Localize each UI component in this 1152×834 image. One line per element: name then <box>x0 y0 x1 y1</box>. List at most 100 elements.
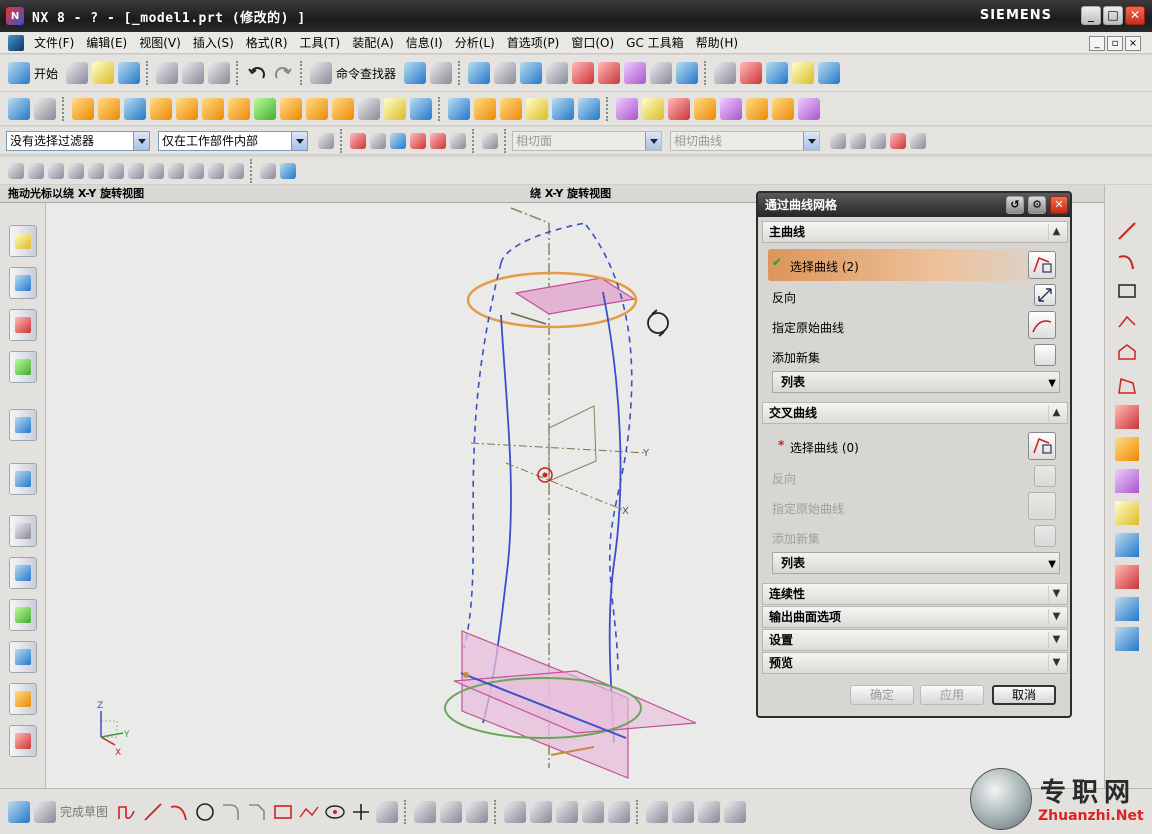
menu-file[interactable]: 文件(F) <box>28 34 80 51</box>
menu-preferences[interactable]: 首选项(P) <box>501 34 566 51</box>
snap-endpoint-icon[interactable] <box>830 132 846 149</box>
preview-section[interactable]: 预览 ▼ <box>762 652 1068 674</box>
roles-tab[interactable] <box>9 641 37 673</box>
sketch-icon[interactable] <box>8 97 30 120</box>
boolean-icon[interactable] <box>254 97 276 120</box>
sketch-task-icon[interactable] <box>8 800 30 823</box>
selection-filter-dropdown[interactable]: 没有选择过滤器 <box>6 130 150 151</box>
make-corner-icon[interactable] <box>466 800 489 823</box>
offset-sketch-icon[interactable] <box>504 800 527 823</box>
work-part-icon[interactable] <box>280 162 296 179</box>
reset-icon[interactable]: ↺ <box>1006 196 1024 214</box>
menu-insert[interactable]: 插入(S) <box>187 34 240 51</box>
primary-select-curve-button[interactable] <box>1028 251 1056 279</box>
mirror-icon[interactable] <box>474 97 496 120</box>
chevron-down-icon[interactable]: ▼ <box>1048 632 1064 648</box>
trim-body-icon[interactable] <box>280 97 302 120</box>
doc-close-button[interactable]: × <box>1125 36 1141 51</box>
menu-gc-toolbox[interactable]: GC 工具箱 <box>620 34 690 51</box>
dialog-close-button[interactable]: ✕ <box>1050 196 1068 214</box>
chamfer-sketch-icon[interactable] <box>246 801 268 823</box>
project-sketch-icon[interactable] <box>608 800 631 823</box>
auto-constraint-icon[interactable] <box>672 800 695 823</box>
menu-help[interactable]: 帮助(H) <box>690 34 744 51</box>
face-select-icon[interactable] <box>390 132 406 149</box>
apply-button[interactable]: 应用 <box>920 685 984 705</box>
hole-icon[interactable] <box>150 97 172 120</box>
system-materials-tab[interactable] <box>9 683 37 715</box>
intersect-curve-icon[interactable] <box>1115 501 1139 525</box>
snap-point-icon[interactable] <box>350 132 366 149</box>
web-browser-tab[interactable] <box>9 463 37 495</box>
render-style-icon[interactable] <box>546 62 569 84</box>
sketch-line-icon[interactable] <box>142 801 164 823</box>
pattern-icon[interactable] <box>500 97 522 120</box>
analysis-icon[interactable] <box>766 62 789 84</box>
snap-control-point-icon[interactable] <box>88 162 104 179</box>
extrude-icon[interactable] <box>72 97 94 120</box>
primary-curves-section[interactable]: 主曲线 ▲ <box>762 221 1068 243</box>
palette-tab[interactable] <box>9 725 37 757</box>
cross-select-curve-button[interactable] <box>1028 432 1056 460</box>
menu-edit[interactable]: 编辑(E) <box>80 34 133 51</box>
undo-selection-icon[interactable] <box>370 132 386 149</box>
scope-dropdown[interactable]: 仅在工作部件内部 <box>158 130 308 151</box>
polygon-sketch-icon[interactable] <box>376 800 399 823</box>
thicken-icon[interactable] <box>552 97 574 120</box>
binoculars-icon[interactable] <box>310 62 333 84</box>
quick-trim-icon[interactable] <box>414 800 437 823</box>
wcs-icon[interactable] <box>740 62 763 84</box>
minimize-button[interactable]: _ <box>1081 6 1101 25</box>
start-icon[interactable] <box>8 62 30 84</box>
shaded-cube-icon[interactable] <box>520 62 543 84</box>
split-body-icon[interactable] <box>306 97 328 120</box>
snap-line-icon[interactable] <box>48 162 64 179</box>
stop-at-intersection-icon[interactable] <box>450 132 466 149</box>
cancel-button[interactable]: 取消 <box>992 685 1056 705</box>
finish-sketch-label[interactable]: 完成草图 <box>60 803 108 820</box>
block-icon[interactable] <box>124 97 146 120</box>
draft-icon[interactable] <box>410 97 432 120</box>
undo-icon[interactable] <box>246 62 268 84</box>
connect-curve-icon[interactable] <box>410 132 426 149</box>
sew-icon[interactable] <box>526 97 548 120</box>
snap-arrow-icon[interactable] <box>910 132 926 149</box>
sketch-arc-icon[interactable] <box>168 801 190 823</box>
snap-control-icon[interactable] <box>870 132 886 149</box>
cross-curves-section[interactable]: 交叉曲线 ▲ <box>762 402 1068 424</box>
sync-modeling-icon[interactable] <box>616 97 638 120</box>
resize-face-icon[interactable] <box>720 97 742 120</box>
snap-enable-icon[interactable] <box>8 162 24 179</box>
sketch-point-icon[interactable] <box>350 801 372 823</box>
move-face-icon[interactable] <box>642 97 664 120</box>
redo-icon[interactable] <box>272 62 294 84</box>
menu-assembly[interactable]: 装配(A) <box>346 34 400 51</box>
arc-tool-icon[interactable] <box>1115 249 1139 273</box>
partial-shading-icon[interactable] <box>624 62 647 84</box>
constraint-navigator-tab[interactable] <box>9 267 37 299</box>
offset-curve-icon[interactable] <box>1115 405 1139 429</box>
chevron-down-icon[interactable]: ▼ <box>1048 609 1064 625</box>
snap-on-face-icon[interactable] <box>208 162 224 179</box>
boss-icon[interactable] <box>176 97 198 120</box>
snap-intersect-icon[interactable] <box>890 132 906 149</box>
grid-icon[interactable] <box>404 62 427 84</box>
cross-list-toggle[interactable]: 列表 ▼ <box>772 552 1060 574</box>
layer-icon[interactable] <box>260 162 276 179</box>
quick-extend-icon[interactable] <box>440 800 463 823</box>
scale-icon[interactable] <box>578 97 600 120</box>
profile-icon[interactable] <box>116 801 138 823</box>
primary-add-new-set-button[interactable] <box>1034 344 1056 366</box>
primary-list-toggle[interactable]: 列表 ▼ <box>772 371 1060 393</box>
chain-icon[interactable] <box>430 132 446 149</box>
sketch-circle-icon[interactable] <box>194 801 216 823</box>
extract-curve-icon[interactable] <box>1115 565 1139 589</box>
layer-settings-icon[interactable] <box>714 62 737 84</box>
snap-on-curve-icon[interactable] <box>168 162 184 179</box>
output-surface-options-section[interactable]: 输出曲面选项 ▼ <box>762 606 1068 628</box>
doc-minimize-button[interactable]: _ <box>1089 36 1105 51</box>
helix-icon[interactable] <box>1115 597 1139 621</box>
menu-information[interactable]: 信息(I) <box>400 34 449 51</box>
part-navigator-tab[interactable] <box>9 309 37 341</box>
fit-view-icon[interactable] <box>468 62 491 84</box>
